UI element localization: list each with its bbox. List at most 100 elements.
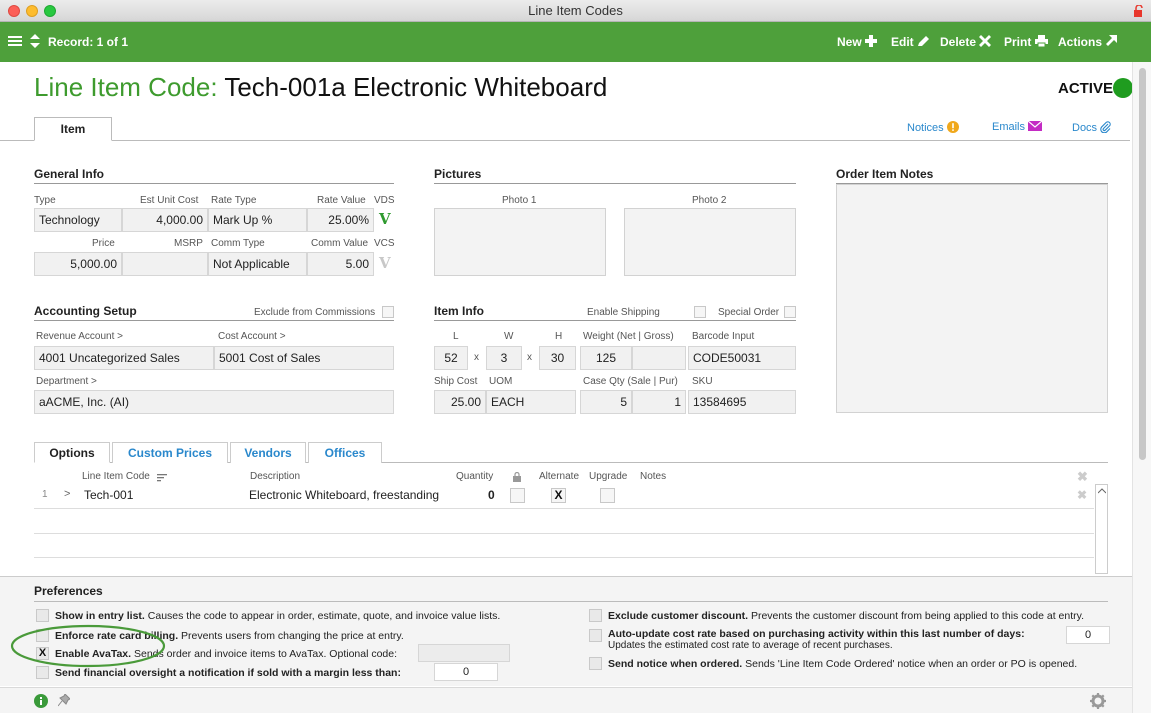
comm-value-field[interactable]: 5.00 [307,252,374,276]
send-notice-ordered-text: Send notice when ordered. Sends 'Line It… [608,658,1078,670]
remove-all-icon[interactable]: ✖ [1077,469,1088,485]
sort-icon[interactable] [157,474,167,482]
revenue-account-label[interactable]: Revenue Account > [36,331,123,342]
uom-field[interactable]: EACH [486,390,576,414]
times-sign-2: x [527,352,532,363]
order-item-notes-textarea[interactable] [836,184,1108,413]
gear-icon[interactable] [1090,693,1106,709]
length-field[interactable]: 52 [434,346,468,370]
auto-update-days-field[interactable]: 0 [1066,626,1110,644]
x-icon [979,35,992,47]
info-icon[interactable] [34,694,48,708]
app-window: Line Item Codes Record: 1 of 1 New Edit … [0,0,1151,713]
case-qty-pur-field[interactable]: 1 [632,390,686,414]
page-title-label: Line Item Code: [34,72,218,102]
row-code[interactable]: Tech-001 [84,488,133,502]
notices-link[interactable]: Notices [907,121,959,134]
est-unit-cost-field[interactable]: 4,000.00 [122,208,208,232]
close-window-button[interactable] [8,5,20,17]
bottom-bar [0,687,1132,713]
weight-net-field[interactable]: 125 [580,346,632,370]
record-stepper-icon[interactable] [29,33,41,49]
tab-options[interactable]: Options [34,442,110,463]
msrp-field[interactable] [122,252,208,276]
department-label[interactable]: Department > [36,376,97,387]
row-description[interactable]: Electronic Whiteboard, freestanding [249,488,439,502]
emails-link[interactable]: Emails [992,120,1043,133]
rate-type-label: Rate Type [211,195,257,206]
weight-gross-field[interactable] [632,346,686,370]
special-order-label: Special Order [718,307,780,318]
minimize-window-button[interactable] [26,5,38,17]
exclude-customer-discount-checkbox[interactable] [589,609,602,622]
department-field[interactable]: aACME, Inc. (AI) [34,390,394,414]
scroll-up-icon[interactable] [1098,488,1106,494]
arrow-out-icon [1106,35,1118,46]
delete-label: Delete [940,35,977,49]
exclude-commissions-checkbox[interactable] [382,306,394,318]
auto-update-cost-subtext: Updates the estimated cost rate to avera… [608,640,893,651]
height-label: H [555,331,563,342]
row-expand-arrow[interactable]: > [64,488,70,500]
margin-threshold-field[interactable]: 0 [434,663,498,681]
main-scrollbar[interactable] [1132,62,1151,713]
row-remove-icon[interactable]: ✖ [1077,488,1087,502]
avatax-code-field[interactable] [418,644,510,662]
barcode-field[interactable]: CODE50031 [688,346,796,370]
new-button[interactable]: New [837,35,878,49]
envelope-icon [1027,120,1043,131]
vds-label: VDS [374,195,395,206]
comm-value-label: Comm Value [311,238,369,249]
price-field[interactable]: 5,000.00 [34,252,122,276]
col-line-item-code[interactable]: Line Item Code [82,471,150,482]
tab-custom-prices[interactable]: Custom Prices [112,442,228,463]
zoom-window-button[interactable] [44,5,56,17]
actions-button[interactable]: Actions [1058,35,1118,49]
photo1-box[interactable] [434,208,606,276]
row-upgrade-checkbox[interactable] [600,488,615,503]
ship-cost-field[interactable]: 25.00 [434,390,486,414]
row-lock-checkbox[interactable] [510,488,525,503]
cost-account-label[interactable]: Cost Account > [218,331,286,342]
photo2-box[interactable] [624,208,796,276]
sku-field[interactable]: 13584695 [688,390,796,414]
status-indicator [1113,78,1133,98]
tab-vendors[interactable]: Vendors [230,442,306,463]
delete-button[interactable]: Delete [940,35,992,49]
row-divider [34,533,1094,534]
vcs-checkmark[interactable]: V [379,254,391,272]
scrollbar-thumb[interactable] [1139,68,1146,460]
special-order-checkbox[interactable] [784,306,796,318]
enable-shipping-checkbox[interactable] [694,306,706,318]
pictures-heading: Pictures [434,167,796,184]
notices-label: Notices [907,122,944,134]
auto-update-cost-checkbox[interactable] [589,629,602,642]
revenue-account-field[interactable]: 4001 Uncategorized Sales [34,346,214,370]
docs-link[interactable]: Docs [1072,121,1111,134]
warning-icon [946,121,959,133]
edit-label: Edit [891,35,914,49]
cost-account-field[interactable]: 5001 Cost of Sales [214,346,394,370]
tab-offices[interactable]: Offices [308,442,382,463]
pin-icon[interactable] [58,694,70,707]
row-alternate-checkbox[interactable]: X [551,488,566,503]
width-field[interactable]: 3 [486,346,522,370]
table-row[interactable]: 1 > Tech-001 Electronic Whiteboard, free… [34,484,1094,508]
rate-value-field[interactable]: 25.00% [307,208,374,232]
tab-item[interactable]: Item [34,117,112,141]
height-field[interactable]: 30 [539,346,576,370]
print-button[interactable]: Print [1004,35,1048,49]
send-notice-ordered-checkbox[interactable] [589,657,602,670]
lock-icon[interactable] [1133,5,1143,17]
row-divider [34,508,1094,509]
grid-scrollbar[interactable] [1095,484,1108,574]
edit-button[interactable]: Edit [891,35,930,49]
type-field[interactable]: Technology [34,208,122,232]
comm-type-field[interactable]: Not Applicable [208,252,307,276]
vds-checkmark[interactable]: V [379,210,391,228]
preferences-panel: Preferences Show in entry list. Causes t… [0,576,1132,686]
row-quantity[interactable]: 0 [488,488,495,502]
case-qty-sale-field[interactable]: 5 [580,390,632,414]
rate-type-field[interactable]: Mark Up % [208,208,307,232]
menu-icon[interactable] [8,35,22,48]
